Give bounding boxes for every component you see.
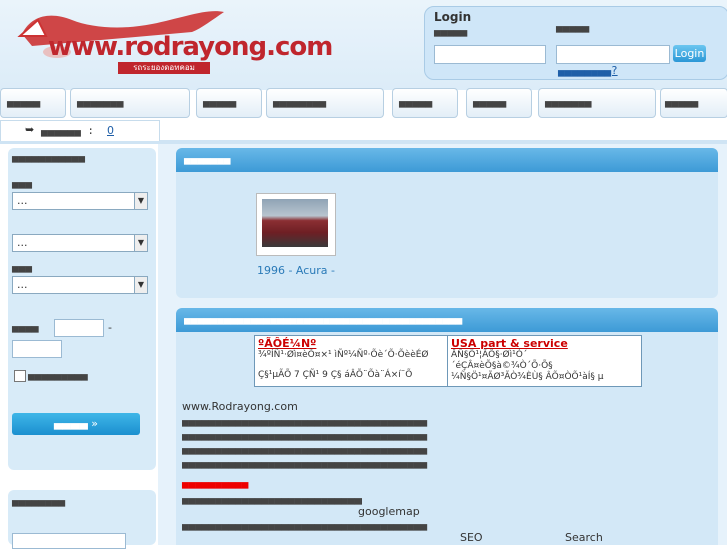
- ad-left[interactable]: ºÃÔÉ¼Nº ¾ºÍÑ¹·Øì¤èÕ¤×¹ ìÑº¼Ñº·Õè´Õ·ÕèèÉØ…: [255, 336, 448, 386]
- model-select[interactable]: ... ▼: [12, 234, 148, 252]
- favorites-label: ▄▄▄▄▄▄ :: [41, 124, 94, 137]
- nav-item-6[interactable]: ▄▄▄▄▄: [466, 88, 532, 118]
- car-thumbnail[interactable]: [262, 199, 328, 247]
- photo-only-label: ▄▄▄▄▄▄▄▄▄: [28, 368, 88, 381]
- favorites-tab[interactable]: ➥ ▄▄▄▄▄▄ : 0: [0, 120, 160, 141]
- login-user-label: ▄▄▄▄▄: [434, 24, 468, 37]
- price-separator: -: [108, 321, 112, 334]
- search-button[interactable]: ▄▄▄▄ »: [12, 413, 140, 435]
- site-logo[interactable]: www.rodrayong.com รถระยองดอทคอม: [12, 6, 333, 74]
- ad-left-title[interactable]: ºÃÔÉ¼Nº: [258, 337, 316, 350]
- logo-text: www.rodrayong.com: [48, 32, 333, 62]
- ad-right-text-1: ÂÑ§Ö¹¦ÃÕ§·Øì¹Ó´: [451, 350, 528, 360]
- ad-left-text-1: ¾ºÍÑ¹·Øì¤èÕ¤×¹ ìÑº¼Ñº·Õè´Õ·ÕèèÉØ: [258, 350, 429, 360]
- ad-banner[interactable]: ºÃÔÉ¼Nº ¾ºÍÑ¹·Øì¤èÕ¤×¹ ìÑº¼Ñº·Õè´Õ·ÕèèÉØ…: [254, 335, 642, 387]
- featured-cars-header: [176, 148, 718, 172]
- body-text-line-4: ▄▄▄▄▄▄▄▄▄▄▄▄▄▄▄▄▄▄▄▄▄▄▄▄▄▄▄▄▄▄▄▄▄▄▄▄▄: [182, 456, 428, 469]
- nav-item-label: ▄▄▄▄▄▄▄: [77, 95, 124, 108]
- body-text-line-2: ▄▄▄▄▄▄▄▄▄▄▄▄▄▄▄▄▄▄▄▄▄▄▄▄▄▄▄▄▄▄▄▄▄▄▄▄▄: [182, 428, 428, 441]
- search-panel-title: ▄▄▄▄▄▄▄▄▄▄▄: [12, 150, 85, 163]
- nav-item-3[interactable]: ▄▄▄▄▄: [196, 88, 262, 118]
- login-arrow-icon: ➥: [25, 123, 35, 136]
- search-text: Search: [565, 531, 603, 544]
- password-input[interactable]: [556, 45, 670, 64]
- model-select-value: ...: [17, 236, 28, 249]
- site-intro: www.Rodrayong.com: [182, 400, 298, 413]
- secondary-panel-title: ▄▄▄▄▄▄▄▄: [12, 494, 65, 507]
- car-caption[interactable]: 1996 - Acura -: [256, 264, 336, 277]
- year-select[interactable]: ... ▼: [12, 276, 148, 294]
- nav-item-1[interactable]: ▄▄▄▄▄: [0, 88, 66, 118]
- nav-item-label: ▄▄▄▄▄▄▄: [545, 95, 592, 108]
- nav-item-2[interactable]: ▄▄▄▄▄▄▄: [70, 88, 190, 118]
- nav-item-label: ▄▄▄▄▄: [7, 95, 41, 108]
- price-max-input[interactable]: [12, 340, 62, 358]
- body-text-line-6: ▄▄▄▄▄▄▄▄▄▄▄▄▄▄▄▄▄▄▄▄▄▄▄▄▄▄▄▄▄▄▄▄▄▄▄▄▄: [182, 518, 428, 531]
- ad-right-text-3: ¼Ñ§Ö¹¤ÃØ³ÃÒ¾ÈÙ§ ÂÕ¤ÒÕ¹àÍ§ µ: [451, 372, 604, 382]
- body-text-line-1: ▄▄▄▄▄▄▄▄▄▄▄▄▄▄▄▄▄▄▄▄▄▄▄▄▄▄▄▄▄▄▄▄▄▄▄▄▄: [182, 414, 428, 427]
- nav-item-4[interactable]: ▄▄▄▄▄▄▄▄: [266, 88, 384, 118]
- nav-item-label: ▄▄▄▄▄: [399, 95, 433, 108]
- year-select-value: ...: [17, 278, 28, 291]
- brand-label: ▄▄▄: [12, 176, 32, 189]
- chevron-down-icon: ▼: [134, 235, 147, 251]
- info-box-title: ▄▄▄▄▄▄▄▄▄▄▄▄▄▄▄▄▄▄▄▄▄▄▄▄▄▄▄▄▄▄▄▄▄▄▄▄▄▄▄▄…: [184, 312, 463, 325]
- nav-item-5[interactable]: ▄▄▄▄▄: [392, 88, 458, 118]
- seo-text: SEO: [460, 531, 483, 544]
- nav-item-label: ▄▄▄▄▄: [665, 95, 699, 108]
- photo-only-checkbox[interactable]: [14, 370, 26, 382]
- chevron-down-icon: ▼: [134, 193, 147, 209]
- forgot-password-link[interactable]: ▄▄▄▄▄▄▄▄?: [558, 64, 618, 77]
- googlemap-text: googlemap: [358, 505, 420, 518]
- year-label: ▄▄▄: [12, 260, 32, 273]
- ad-right-title[interactable]: USA part & service: [451, 337, 568, 350]
- username-input[interactable]: [434, 45, 546, 64]
- highlight-text: ▄▄▄▄▄▄▄▄▄▄: [182, 476, 249, 489]
- favorites-count[interactable]: 0: [107, 124, 114, 137]
- nav-item-label: ▄▄▄▄▄: [473, 95, 507, 108]
- price-min-input[interactable]: [54, 319, 104, 337]
- login-title: Login: [434, 10, 472, 24]
- featured-cars-title: ▄▄▄▄▄▄▄: [184, 152, 231, 165]
- body-text-line-5: ▄▄▄▄▄▄▄▄▄▄▄▄▄▄▄▄▄▄▄▄▄▄▄▄▄▄▄▄▄▄▄▄▄▄▄▄▄: [182, 492, 362, 505]
- body-text-line-3: ▄▄▄▄▄▄▄▄▄▄▄▄▄▄▄▄▄▄▄▄▄▄▄▄▄▄▄▄▄▄▄▄▄▄▄▄▄: [182, 442, 428, 455]
- brand-select-value: ...: [17, 194, 28, 207]
- secondary-input[interactable]: [12, 533, 126, 549]
- ad-left-text-2: Ç§¹µÃÕ 7 ÇÑ¹ 9 Ç§ áÂÕ¨Õà¨Á×í¨Õ: [258, 370, 413, 380]
- chevron-down-icon: ▼: [134, 277, 147, 293]
- price-label: ▄▄▄▄: [12, 320, 39, 333]
- nav-item-7[interactable]: ▄▄▄▄▄▄▄: [538, 88, 656, 118]
- login-pass-label: ▄▄▄▄▄: [556, 20, 590, 33]
- nav-item-label: ▄▄▄▄▄: [203, 95, 237, 108]
- nav-item-8[interactable]: ▄▄▄▄▄: [660, 88, 727, 118]
- nav-item-label: ▄▄▄▄▄▄▄▄: [273, 95, 326, 108]
- ad-right-text-2: ´éÇÂ¤èÕ§à©¾Ò´Õ·Õ§: [451, 361, 553, 371]
- brand-select[interactable]: ... ▼: [12, 192, 148, 210]
- logo-subtitle: รถระยองดอทคอม: [118, 62, 210, 74]
- login-button[interactable]: Login: [673, 45, 706, 62]
